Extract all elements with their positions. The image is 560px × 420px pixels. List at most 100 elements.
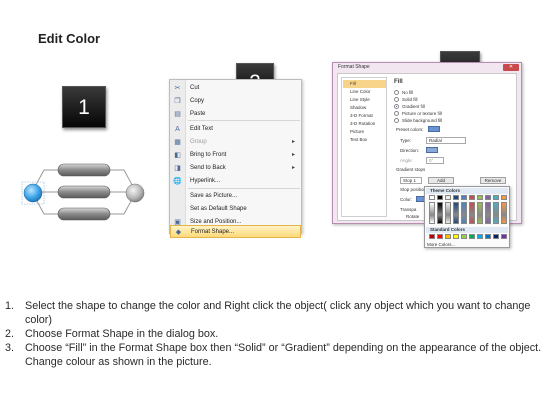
instruction-item: 1. Select the shape to change the color a… — [5, 299, 555, 327]
standard-color-swatch[interactable] — [445, 234, 451, 239]
category-line-style[interactable]: Line Style — [343, 96, 386, 104]
standard-color-swatch[interactable] — [437, 234, 443, 239]
theme-color-swatch[interactable] — [485, 195, 491, 200]
step-1-badge: 1 — [62, 86, 106, 128]
menu-item-edit-text[interactable]: A Edit Text — [170, 123, 301, 136]
category-fill[interactable]: Fill — [343, 80, 386, 88]
menu-separator — [188, 120, 300, 121]
theme-color-swatch[interactable] — [461, 195, 467, 200]
radio-picture-fill[interactable]: Picture or texture fill — [394, 110, 504, 117]
menu-separator — [188, 188, 300, 189]
menu-item-send-to-back[interactable]: ◨ Send to Back ▸ — [170, 162, 301, 175]
menu-item-save-as-picture[interactable]: Save as Picture... — [170, 190, 301, 203]
standard-color-swatch[interactable] — [493, 234, 499, 239]
stop-select[interactable]: Stop 1 — [400, 177, 422, 184]
format-shape-icon: ◆ — [175, 229, 182, 236]
menu-item-group[interactable]: ▦ Group ▸ — [170, 136, 301, 149]
remove-stop-button[interactable]: Remove — [480, 177, 506, 184]
page-title: Edit Color — [38, 31, 101, 46]
standard-colors-heading: Standard Colors — [426, 227, 508, 233]
chevron-right-icon: ▸ — [291, 152, 295, 158]
standard-color-swatch[interactable] — [429, 234, 435, 239]
menu-item-bring-to-front[interactable]: ◧ Bring to Front ▸ — [170, 149, 301, 162]
radio-label: Solid fill — [402, 97, 418, 102]
theme-shade-column[interactable] — [501, 202, 507, 224]
more-colors-link[interactable]: More Colors... — [427, 242, 455, 247]
category-3d-rotation[interactable]: 3-D Rotation — [343, 120, 386, 128]
menu-item-set-as-default-shape[interactable]: Set as Default Shape — [170, 203, 301, 216]
hyperlink-icon: 🌐 — [173, 178, 182, 185]
standard-color-swatch[interactable] — [501, 234, 507, 239]
category-list: Fill Line Color Line Style Shadow 3-D Fo… — [341, 77, 387, 217]
radio-dot — [394, 97, 399, 102]
add-stop-button[interactable]: Add — [428, 177, 454, 184]
transparency-label: Transpa — [400, 207, 417, 212]
direction-label: Direction: — [400, 148, 420, 153]
theme-shade-column[interactable] — [445, 202, 451, 224]
category-shadow[interactable]: Shadow — [343, 104, 386, 112]
close-icon[interactable]: ✕ — [503, 64, 519, 71]
standard-color-swatch[interactable] — [453, 234, 459, 239]
radio-dot — [394, 104, 399, 109]
angle-label: Angle: — [400, 158, 413, 163]
angle-input[interactable]: 0° — [426, 157, 444, 164]
theme-shade-column[interactable] — [453, 202, 459, 224]
theme-shade-column[interactable] — [477, 202, 483, 224]
menu-item-cut[interactable]: ✂ Cut — [170, 82, 301, 95]
instruction-text: Select the shape to change the color and… — [25, 300, 531, 326]
standard-color-swatch[interactable] — [477, 234, 483, 239]
rotate-label: Rotate — [406, 214, 420, 219]
type-label: Type: — [400, 138, 412, 143]
menu-item-label: Save as Picture... — [190, 193, 238, 199]
menu-item-label: Edit Text — [190, 126, 213, 132]
group-icon: ▦ — [174, 139, 181, 146]
theme-color-swatch[interactable] — [477, 195, 483, 200]
standard-color-swatch[interactable] — [461, 234, 467, 239]
theme-shade-column[interactable] — [429, 202, 435, 224]
theme-shade-column[interactable] — [493, 202, 499, 224]
preset-colors-label: Preset colors: — [396, 127, 424, 132]
standard-color-swatch[interactable] — [469, 234, 475, 239]
instruction-text: Choose “Fill” in the Format Shape box th… — [25, 342, 542, 368]
category-text-box[interactable]: Text Box — [343, 136, 386, 144]
preset-colors-button[interactable] — [428, 126, 440, 132]
theme-color-swatch[interactable] — [469, 195, 475, 200]
category-picture[interactable]: Picture — [343, 128, 386, 136]
instruction-item: 2. Choose Format Shape in the dialog box. — [5, 327, 555, 341]
category-3d-format[interactable]: 3-D Format — [343, 112, 386, 120]
radio-label: Gradient fill — [402, 104, 425, 109]
menu-item-label: Group — [190, 139, 207, 145]
radio-slide-background-fill[interactable]: Slide background fill — [394, 117, 504, 124]
edit-text-icon: A — [175, 126, 180, 133]
bring-to-front-icon: ◧ — [174, 152, 181, 159]
theme-color-swatch[interactable] — [437, 195, 443, 200]
theme-color-swatch[interactable] — [501, 195, 507, 200]
theme-shade-column[interactable] — [469, 202, 475, 224]
radio-dot — [394, 111, 399, 116]
theme-color-swatch[interactable] — [453, 195, 459, 200]
dialog-title: Format Shape — [338, 64, 370, 70]
theme-color-swatch[interactable] — [493, 195, 499, 200]
category-line-color[interactable]: Line Color — [343, 88, 386, 96]
theme-shade-column[interactable] — [461, 202, 467, 224]
direction-button[interactable] — [426, 147, 438, 153]
shape-diagram — [21, 163, 145, 221]
radio-solid-fill[interactable]: Solid fill — [394, 96, 504, 103]
type-select[interactable]: Radial — [426, 137, 466, 144]
theme-color-swatch[interactable] — [429, 195, 435, 200]
radio-no-fill[interactable]: No fill — [394, 89, 504, 96]
menu-item-copy[interactable]: ❐ Copy — [170, 95, 301, 108]
gradient-stops-label: Gradient stops — [396, 167, 426, 172]
menu-item-format-shape[interactable]: ◆ Format Shape... — [170, 225, 301, 238]
theme-shade-column[interactable] — [437, 202, 443, 224]
theme-shade-column[interactable] — [485, 202, 491, 224]
radio-gradient-fill[interactable]: Gradient fill — [394, 103, 504, 110]
theme-color-swatch[interactable] — [445, 195, 451, 200]
menu-item-hyperlink[interactable]: 🌐 Hyperlink... — [170, 175, 301, 188]
gray-circle — [125, 183, 145, 203]
menu-item-label: Hyperlink... — [190, 178, 221, 184]
gray-pills — [57, 163, 111, 221]
scissors-icon: ✂ — [174, 85, 181, 92]
theme-colors-heading: Theme Colors — [426, 188, 508, 194]
standard-color-swatch[interactable] — [485, 234, 491, 239]
